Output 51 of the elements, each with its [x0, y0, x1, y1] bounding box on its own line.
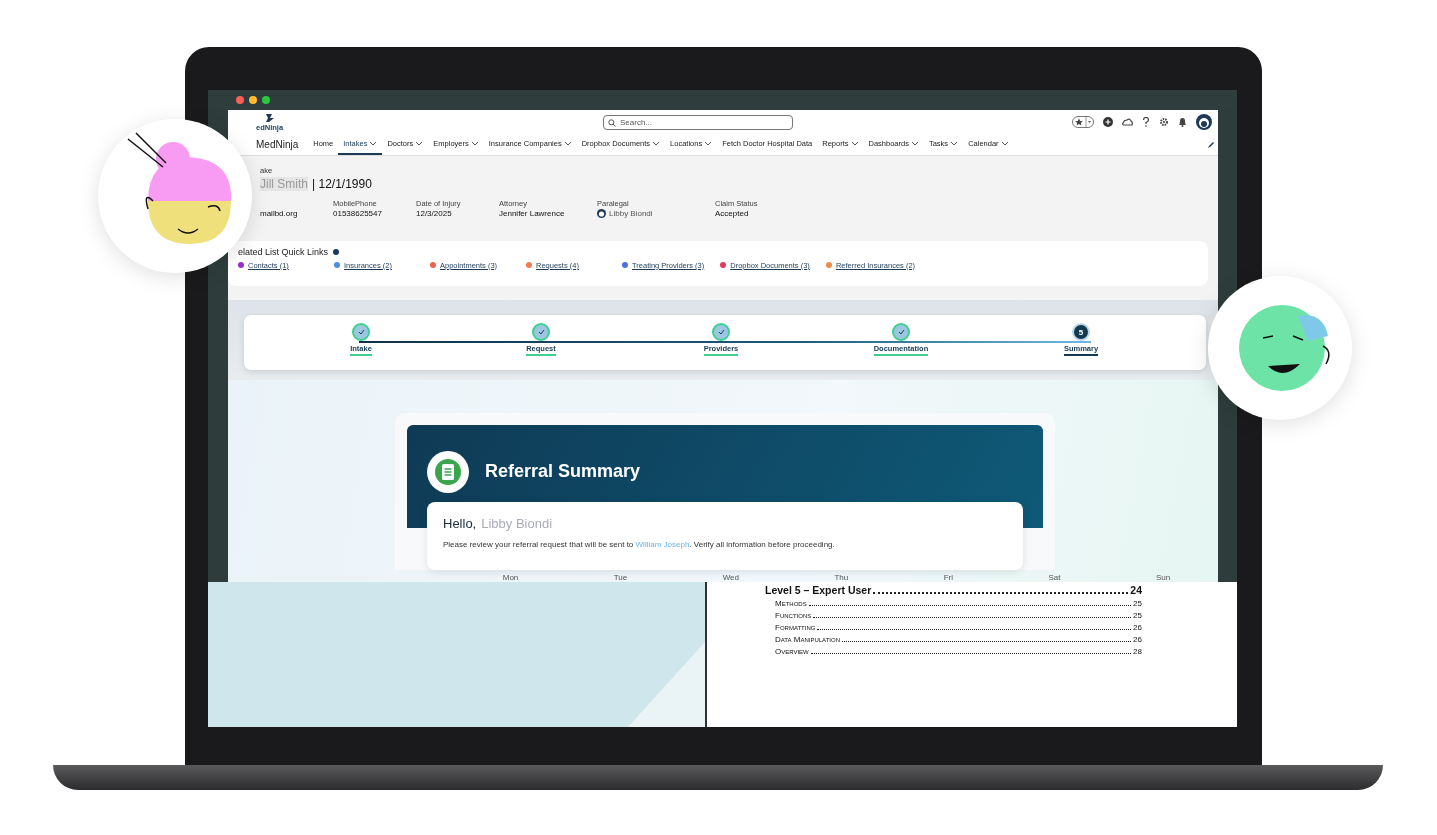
user-avatar-icon [597, 208, 606, 218]
field-value: Accepted [715, 208, 749, 218]
toc-entry: Functions [775, 611, 812, 620]
record-date: | 12/1/1990 [312, 176, 372, 191]
weekday-label: Mon [502, 573, 519, 582]
cloud-icon [1122, 117, 1133, 128]
toc-entry: Methods [775, 599, 807, 608]
search-icon [608, 119, 616, 127]
toc-entry: Overview [775, 647, 809, 656]
step-number: 5 [1072, 323, 1090, 341]
field-value: mailbd.org [260, 208, 298, 218]
section-title: elated List Quick Links [238, 246, 329, 257]
weekday-label: Fri [943, 573, 954, 582]
field-value: 12/3/2025 [416, 208, 452, 218]
weekday-label: Wed [722, 573, 739, 582]
toc-heading: Level 5 – Expert User [765, 584, 872, 596]
clipboard-icon [427, 451, 469, 493]
help-icon [1142, 117, 1150, 128]
toc-entry: Data Manipulation [775, 635, 840, 644]
settings-icon [1159, 117, 1169, 128]
toc-entry: Formatting [775, 623, 816, 632]
pencil-icon [1207, 140, 1215, 149]
field-value: 01538625547 [333, 208, 382, 218]
weekday-label: Sat [1048, 573, 1061, 582]
weekday-label: Sun [1155, 573, 1171, 582]
user-avatar-icon [1196, 114, 1212, 131]
notifications-bell-icon [1178, 117, 1187, 128]
search-field[interactable]: Search... [603, 115, 793, 130]
page-number: 26 [1133, 623, 1142, 632]
app-name: MedNinja [256, 139, 299, 151]
summary-title: Referral Summary [485, 461, 641, 482]
greeting-text: Hello, [443, 516, 477, 531]
page-number: 26 [1133, 635, 1142, 644]
field-value: Libby Biondi [609, 208, 653, 218]
page-number: 28 [1133, 647, 1142, 656]
check-icon [357, 329, 365, 335]
field-value: Jennifer Lawrence [499, 208, 565, 218]
record-name: Jill Smith [260, 176, 308, 191]
info-icon [333, 248, 340, 255]
check-icon [897, 329, 905, 335]
greeting-name: Libby Biondi [481, 516, 553, 531]
logo-icon [263, 112, 276, 123]
add-icon [1103, 117, 1113, 128]
weekday-label: Tue [613, 573, 628, 582]
page-number: 25 [1133, 599, 1142, 608]
review-message: Please review your referral request that will be sent to William Joseph. Verify all information before proceeding. [443, 540, 836, 549]
page-number: 25 [1133, 611, 1142, 620]
weekday-label: Thu [834, 573, 849, 582]
page-number: 24 [1130, 584, 1142, 596]
check-icon [717, 329, 725, 335]
check-icon [537, 329, 545, 335]
